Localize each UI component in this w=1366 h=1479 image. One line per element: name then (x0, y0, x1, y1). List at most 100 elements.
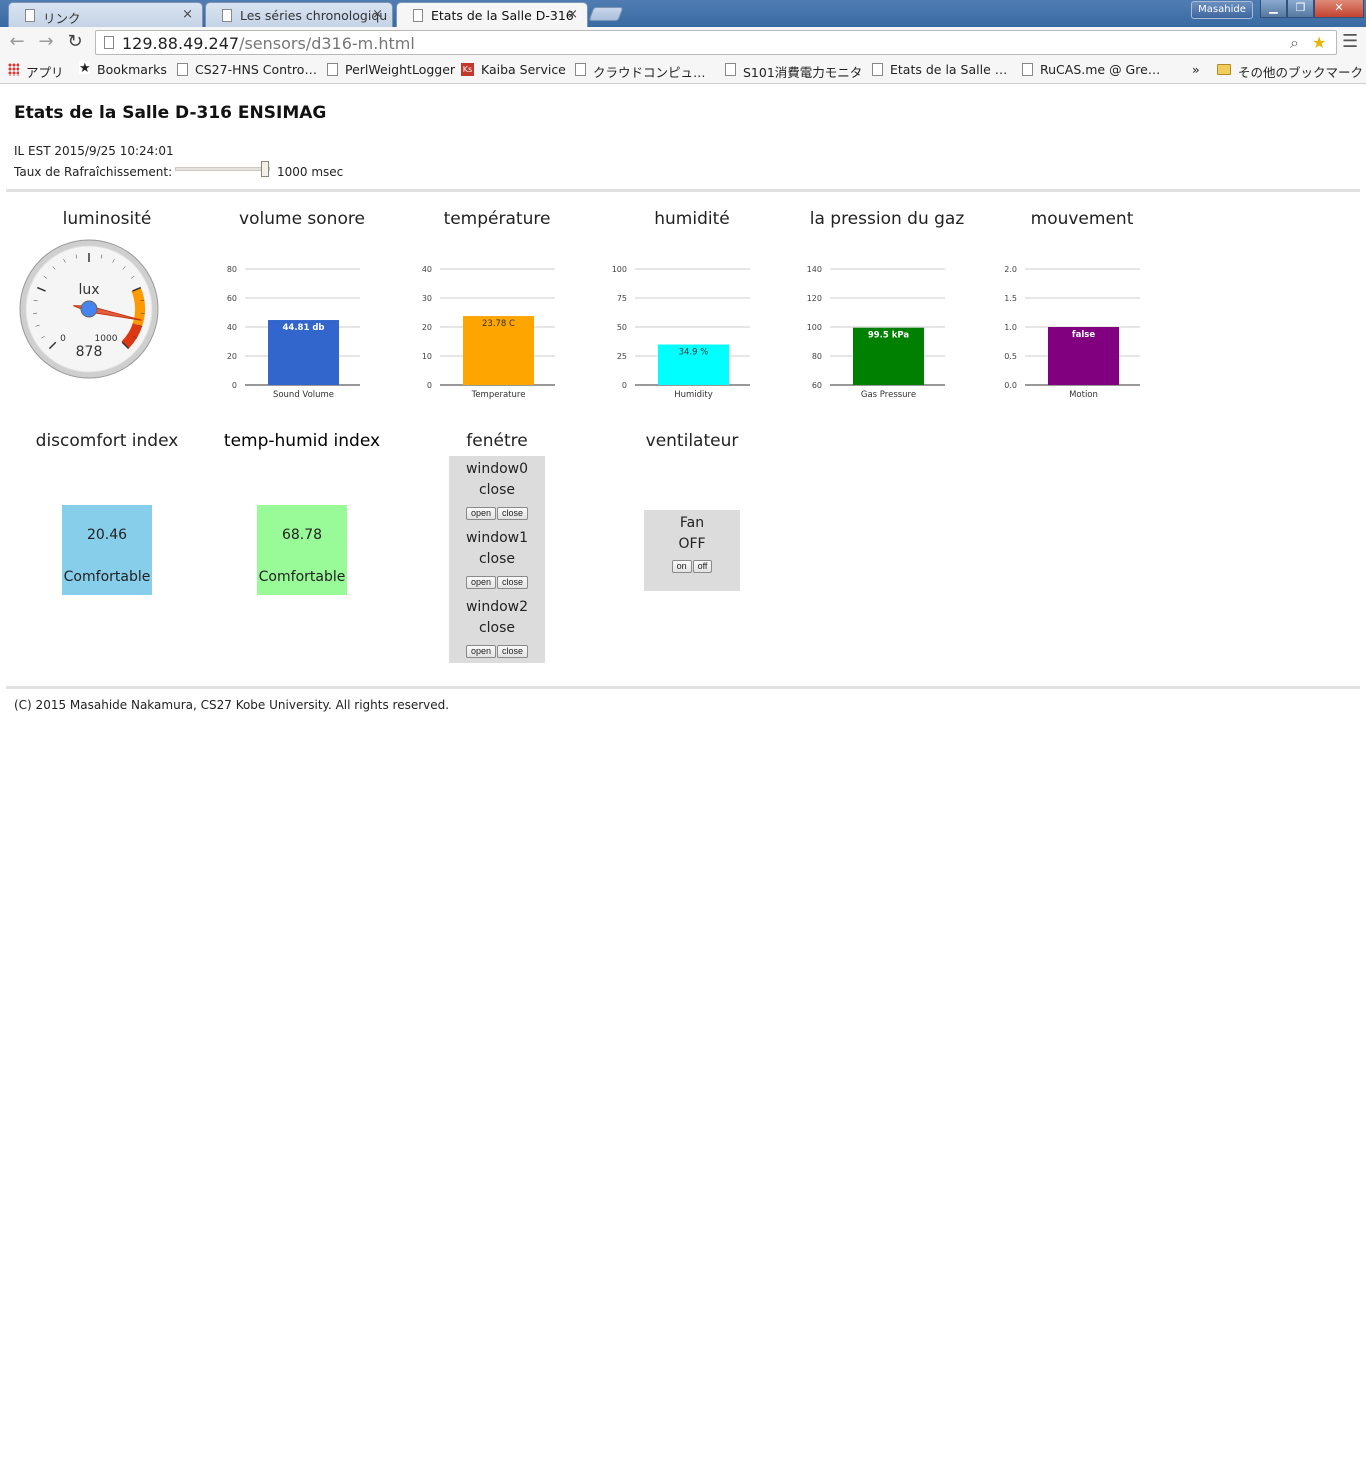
bookmark-label: クラウドコンピュ… (593, 65, 706, 80)
bookmark-bookmarks[interactable]: ★ Bookmarks (79, 61, 167, 77)
tab-etats[interactable]: Etats de la Salle D-316 × (396, 2, 588, 28)
x-category-label: Motion (1069, 390, 1098, 400)
window1-open-button[interactable]: open (465, 576, 496, 589)
new-tab-button[interactable] (588, 7, 624, 21)
refresh-rate-value: 1000 msec (277, 165, 344, 179)
gauge-min-label: 0 (60, 334, 66, 344)
tab-label: リンク (43, 11, 81, 26)
panel-title-humidite: humidité (654, 209, 730, 229)
window1-buttons: open close (449, 576, 545, 589)
sound-volume-chart: 0 20 40 60 80 44.81 db Sound Volume (227, 265, 360, 400)
reload-icon[interactable]: ↻ (64, 31, 86, 53)
tab-series[interactable]: Les séries chronologiqu × (205, 2, 393, 27)
tab-close-icon[interactable]: × (372, 7, 383, 22)
window0-open-button[interactable]: open (465, 507, 496, 520)
bookmarks-overflow-button[interactable]: » (1192, 62, 1200, 77)
url-text[interactable]: 129.88.49.247/sensors/d316-m.html (122, 34, 415, 53)
tab-close-icon[interactable]: × (182, 7, 193, 22)
tab-label: Etats de la Salle D-316 (431, 8, 574, 23)
star-icon: ★ (79, 61, 91, 76)
tab-links[interactable]: リンク × (8, 2, 203, 27)
y-tick-label: 50 (617, 323, 627, 332)
ks-icon: Ks (461, 63, 474, 76)
y-tick-label: 120 (807, 294, 822, 303)
fan-on-button[interactable]: on (671, 560, 692, 573)
bookmark-label: RuCAS.me @ Gre… (1040, 62, 1161, 77)
page-icon (1022, 63, 1033, 76)
bookmark-apps[interactable]: アプリ (8, 62, 64, 81)
search-icon[interactable]: ⌕ (1290, 33, 1299, 53)
bar-data-label: 23.78 C (482, 319, 515, 329)
panel-title-fenetre: fenétre (466, 431, 528, 451)
window0-close-button[interactable]: close (497, 507, 529, 520)
address-bar[interactable]: 129.88.49.247/sensors/d316-m.html ⌕ ★ (95, 30, 1337, 55)
bookmark-cloud[interactable]: クラウドコンピュ… (575, 62, 706, 81)
y-tick-label: 0.5 (1004, 352, 1017, 361)
minimize-icon[interactable]: ▁ (1260, 0, 1287, 18)
x-category-label: Temperature (471, 390, 526, 400)
y-tick-label: 140 (807, 265, 822, 274)
gas-pressure-chart: 60 80 100 120 140 99.5 kPa Gas Pressure (807, 265, 945, 400)
fan-state: OFF (678, 536, 706, 552)
bookmark-label: PerlWeightLogger (345, 62, 456, 77)
window2-name: window2 (465, 599, 529, 615)
bar-data-label: 44.81 db (282, 323, 324, 333)
page-icon (104, 36, 114, 49)
window2-close-button[interactable]: close (497, 645, 529, 658)
profile-button[interactable]: Masahide (1191, 1, 1253, 19)
temperature-chart: 0 10 20 30 40 23.78 C Temperature (422, 265, 555, 400)
motion-chart: 0.0 0.5 1.0 1.5 2.0 false Motion (1004, 265, 1140, 400)
page-icon (25, 9, 35, 22)
bookmark-label: その他のブックマーク (1238, 65, 1364, 80)
window0-buttons: open close (449, 507, 545, 520)
y-tick-label: 0 (622, 381, 627, 390)
back-icon[interactable]: ← (6, 31, 28, 53)
bookmark-cs27[interactable]: CS27-HNS Contro… (177, 62, 317, 77)
discomfort-status: Comfortable (63, 569, 151, 585)
bookmarks-bar: アプリ ★ Bookmarks CS27-HNS Contro… PerlWeig… (0, 58, 1366, 84)
bookmark-s101[interactable]: S101消費電力モニタ (725, 62, 862, 81)
window2-state: close (478, 620, 516, 636)
maximize-icon[interactable]: ❐ (1287, 0, 1314, 18)
bookmark-other[interactable]: その他のブックマーク (1217, 62, 1363, 81)
y-tick-label: 60 (227, 294, 237, 303)
bookmark-label: アプリ (26, 65, 64, 80)
divider (6, 189, 1360, 192)
bookmark-kaiba[interactable]: Ks Kaiba Service (461, 62, 566, 77)
panel-title-ventilateur: ventilateur (645, 431, 739, 451)
window2-open-button[interactable]: open (465, 645, 496, 658)
y-tick-label: 60 (812, 381, 822, 390)
tab-close-icon[interactable]: × (567, 7, 578, 22)
menu-icon[interactable]: ☰ (1342, 31, 1358, 52)
window1-state: close (478, 551, 516, 567)
star-icon[interactable]: ★ (1312, 33, 1326, 52)
y-tick-label: 1.0 (1004, 323, 1017, 332)
fan-name: Fan (679, 515, 705, 531)
folder-icon (1217, 64, 1231, 75)
forward-icon[interactable]: → (35, 31, 57, 53)
slider-thumb[interactable] (261, 161, 270, 177)
panel-title-volume: volume sonore (239, 209, 365, 229)
y-tick-label: 0 (427, 381, 432, 390)
y-tick-label: 20 (422, 323, 432, 332)
bookmark-perl[interactable]: PerlWeightLogger (327, 62, 455, 77)
y-tick-label: 0 (232, 381, 237, 390)
page-icon (413, 9, 423, 22)
discomfort-value: 20.46 (86, 527, 128, 543)
page-icon (177, 63, 188, 76)
refresh-rate-slider[interactable] (175, 167, 270, 171)
window-close-icon[interactable]: ✕ (1314, 0, 1364, 18)
fan-off-button[interactable]: off (692, 560, 713, 573)
page-icon (725, 63, 736, 76)
window1-close-button[interactable]: close (497, 576, 529, 589)
window0-name: window0 (465, 461, 529, 477)
apps-grid-icon (8, 63, 19, 76)
y-tick-label: 20 (227, 352, 237, 361)
bookmark-label: Kaiba Service (481, 62, 566, 77)
temphumid-value: 68.78 (281, 527, 323, 543)
y-tick-label: 40 (422, 265, 432, 274)
gauge-hub (80, 300, 98, 318)
bookmark-rucas[interactable]: RuCAS.me @ Gre… (1022, 62, 1160, 77)
bookmark-etats[interactable]: Etats de la Salle … (872, 62, 1007, 77)
bar-data-label: 34.9 % (679, 348, 709, 358)
